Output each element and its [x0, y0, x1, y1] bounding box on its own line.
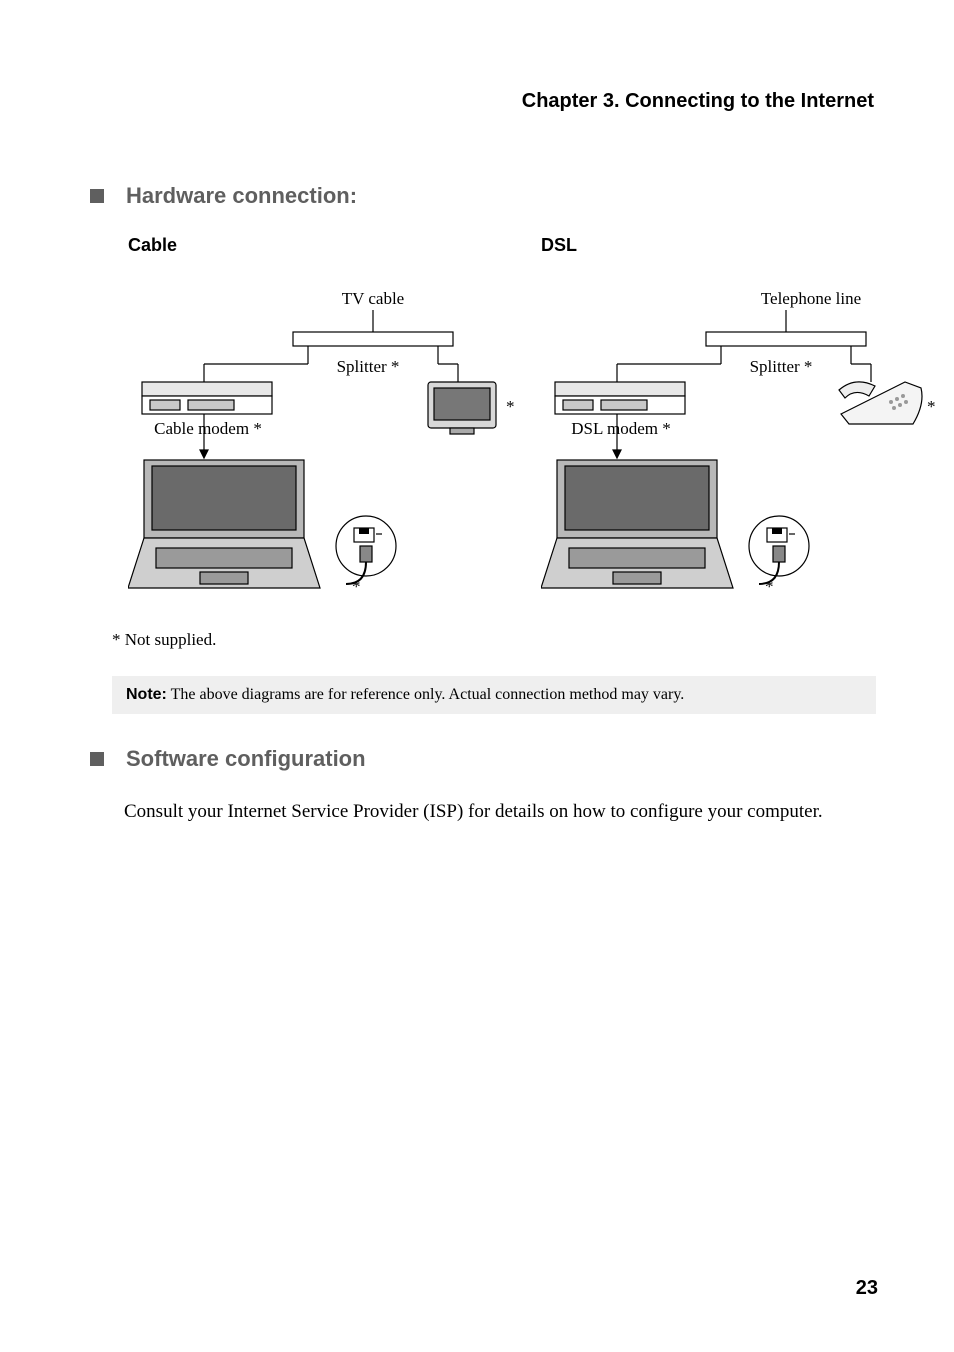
chapter-header: Chapter 3. Connecting to the Internet	[72, 90, 874, 113]
telephone-line-label: Telephone line	[761, 289, 861, 308]
asterisk-eth2: *	[765, 577, 774, 596]
footnote-not-supplied: * Not supplied.	[112, 630, 882, 650]
section-hardware-connection: Hardware connection:	[90, 183, 882, 209]
note-text: The above diagrams are for reference onl…	[167, 686, 684, 703]
dsl-diagram-svg: Telephone line Splitter * DSL modem * * …	[541, 264, 936, 614]
diagram-title-cable: Cable	[128, 235, 523, 256]
body-paragraph: Consult your Internet Service Provider (…	[124, 798, 872, 826]
diagram-title-dsl: DSL	[541, 235, 936, 256]
asterisk-eth: *	[352, 577, 361, 596]
dsl-splitter-label: Splitter *	[750, 357, 813, 376]
section-software-configuration: Software configuration	[90, 746, 882, 772]
dsl-modem-label: DSL modem *	[571, 419, 670, 438]
section-title: Hardware connection:	[126, 183, 357, 209]
asterisk-phone: *	[927, 397, 936, 416]
square-bullet-icon	[90, 189, 104, 203]
asterisk-tv: *	[506, 397, 515, 416]
note-box: Note: The above diagrams are for referen…	[112, 676, 876, 714]
tv-cable-label: TV cable	[342, 289, 404, 308]
cable-diagram: Cable	[128, 235, 523, 614]
splitter-label: Splitter *	[337, 357, 400, 376]
square-bullet-icon	[90, 752, 104, 766]
note-label: Note:	[126, 686, 167, 703]
section-title: Software configuration	[126, 746, 366, 772]
dsl-diagram: DSL	[541, 235, 936, 614]
page-number: 23	[856, 1277, 878, 1300]
cable-diagram-svg: TV cable Splitter * Cable modem * * *	[128, 264, 523, 614]
cable-modem-label: Cable modem *	[154, 419, 262, 438]
